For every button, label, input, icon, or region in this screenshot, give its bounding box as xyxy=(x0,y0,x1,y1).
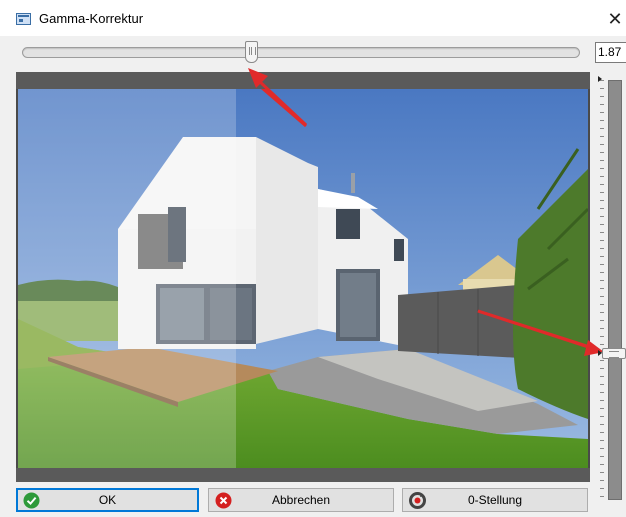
vertical-slider-ticks xyxy=(598,80,606,500)
window-title: Gamma-Korrektur xyxy=(39,11,144,26)
vertical-slider[interactable] xyxy=(598,76,626,500)
app-window-icon xyxy=(16,13,31,25)
vertical-slider-top-marker xyxy=(598,76,602,82)
gamma-slider-thumb[interactable] xyxy=(244,41,258,63)
title-bar: Gamma-Korrektur ✕ xyxy=(0,0,626,36)
close-icon[interactable]: ✕ xyxy=(604,8,626,30)
reset-button[interactable]: 0-Stellung xyxy=(402,488,588,512)
cancel-button-label: Abbrechen xyxy=(271,493,331,507)
vertical-slider-thumb[interactable] xyxy=(602,348,626,359)
vertical-slider-track[interactable] xyxy=(608,80,622,500)
preview-frame-bottom-bar xyxy=(16,468,590,482)
reset-button-label: 0-Stellung xyxy=(467,493,523,507)
gamma-slider-track[interactable] xyxy=(22,47,580,58)
gamma-value-field[interactable]: 1.87 xyxy=(595,42,626,63)
preview-frame-top-bar xyxy=(16,72,590,89)
preview-frame xyxy=(16,72,590,482)
ok-button-label: OK xyxy=(98,493,117,507)
cancel-button[interactable]: Abbrechen xyxy=(208,488,394,512)
preview-image xyxy=(18,89,588,468)
ok-button[interactable]: OK xyxy=(16,488,199,512)
gamma-slider[interactable] xyxy=(22,41,580,63)
